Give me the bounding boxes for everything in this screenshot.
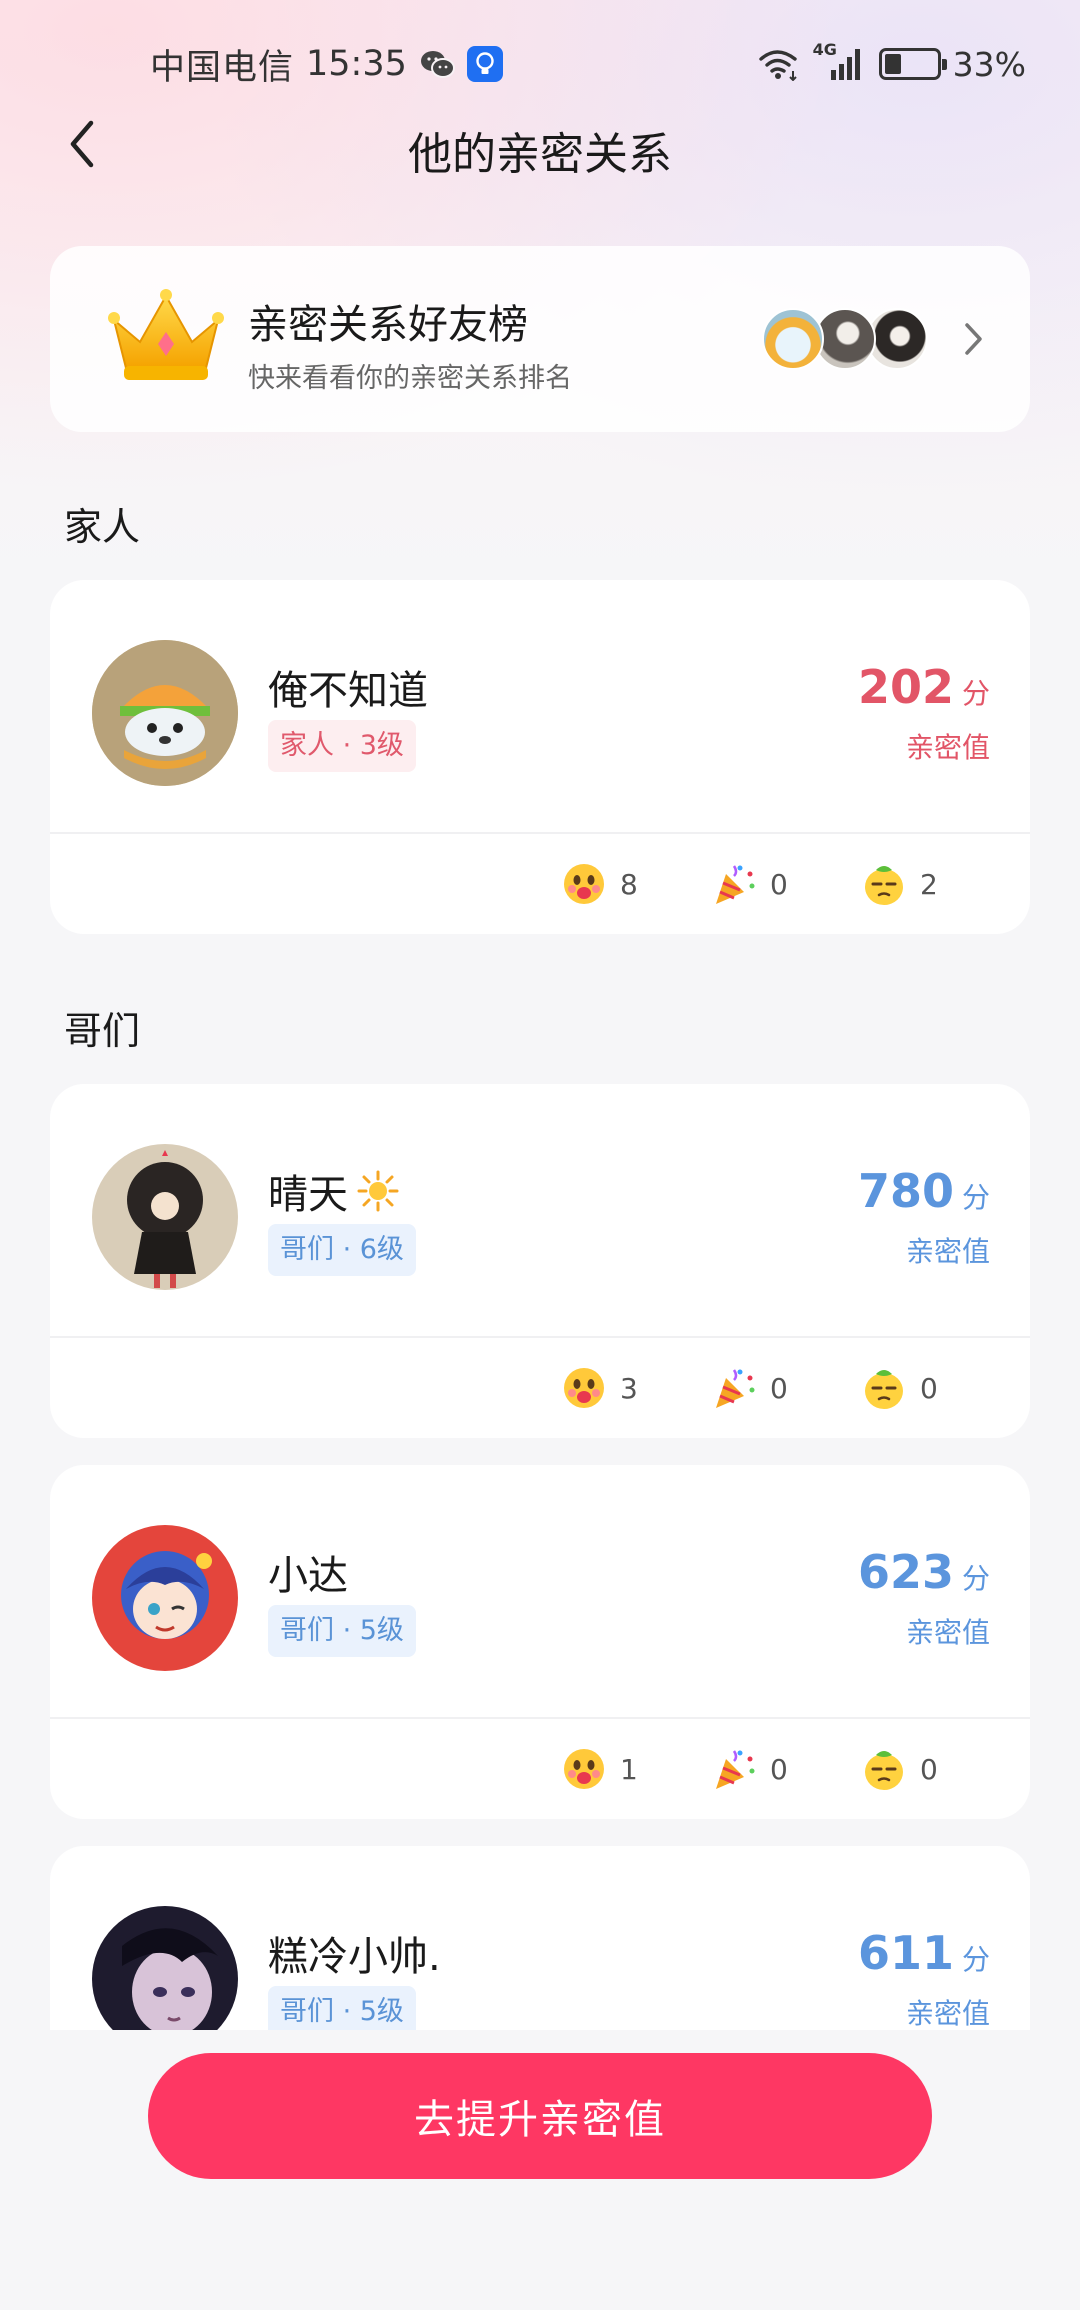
party-popper-icon: [716, 1750, 755, 1789]
counter-value: 0: [770, 867, 788, 901]
intimacy-score: 202 分 亲密值: [858, 660, 990, 766]
relationship-card[interactable]: 俺不知道 家人 · 3级 202 分 亲密值 8 0 2: [50, 580, 1030, 934]
score-label: 亲密值: [905, 1235, 990, 1268]
member-name: 俺不知道: [268, 658, 428, 716]
counter-value: 0: [770, 1752, 788, 1786]
counter-lemon[interactable]: 2: [860, 860, 1010, 908]
sun-icon: [357, 1170, 399, 1212]
avatar: [92, 1144, 238, 1290]
counter-lemon[interactable]: 0: [860, 1745, 1010, 1793]
lemon-face-icon: [865, 866, 903, 905]
counter-value: 3: [620, 1371, 638, 1405]
score-unit: 分: [961, 1562, 990, 1595]
relationship-tag: 哥们 · 6级: [268, 1224, 416, 1276]
section-title-family: 家人: [64, 505, 141, 549]
intimacy-score: 611 分 亲密值: [858, 1926, 990, 2032]
battery-fill: [884, 54, 902, 74]
relationship-tag: 哥们 · 5级: [268, 1605, 416, 1657]
party-popper-icon: [716, 1369, 755, 1408]
counter-value: 8: [620, 867, 638, 901]
ranking-avatar-stack: [762, 308, 932, 370]
status-right: 4G 33%: [757, 40, 1026, 88]
relationship-tag: 家人 · 3级: [268, 720, 416, 772]
relationship-card[interactable]: 小达 哥们 · 5级 623 分 亲密值 1 0 0: [50, 1465, 1030, 1819]
counter-blush[interactable]: 3: [560, 1364, 710, 1412]
section-title-buddies: 哥们: [64, 1009, 141, 1053]
clock-time: 15:35: [306, 44, 407, 84]
battery-percentage: 33%: [952, 44, 1026, 84]
member-name: 小达: [268, 1543, 348, 1601]
counter-value: 1: [620, 1752, 638, 1786]
counter-blush[interactable]: 8: [560, 860, 710, 908]
intimacy-score: 780 分 亲密值: [858, 1164, 990, 1270]
wifi-icon: [758, 50, 797, 81]
boost-intimacy-button[interactable]: 去提升亲密值: [148, 2053, 932, 2179]
cellular-signal-icon: 4G: [813, 40, 867, 82]
score-unit: 分: [961, 677, 990, 710]
party-popper-icon: [716, 865, 755, 904]
counter-party[interactable]: 0: [710, 1745, 860, 1793]
blushing-face-icon: [564, 864, 604, 904]
interaction-counters: 8 0 2: [560, 844, 1010, 924]
score-label: 亲密值: [905, 731, 990, 764]
counter-value: 0: [920, 1752, 938, 1786]
counter-lemon[interactable]: 0: [860, 1364, 1010, 1412]
score-value: 611: [857, 1926, 954, 1980]
lemon-face-icon: [865, 1370, 903, 1409]
score-unit: 分: [961, 1943, 990, 1976]
interaction-counters: 3 0 0: [560, 1348, 1010, 1428]
divider: [50, 1336, 1030, 1338]
counter-party[interactable]: 0: [710, 1364, 860, 1412]
divider: [50, 1717, 1030, 1719]
lightbulb-icon: [466, 46, 503, 82]
wechat-icon: [420, 51, 455, 78]
relationship-card[interactable]: 晴天 哥们 · 6级 780 分 亲密值 3 0 0: [50, 1084, 1030, 1438]
member-name-text: 小达: [268, 1553, 348, 1599]
chevron-right-icon: [965, 323, 982, 355]
score-unit: 分: [961, 1181, 990, 1214]
member-name: 晴天: [268, 1162, 400, 1220]
ranking-banner[interactable]: 亲密关系好友榜 快来看看你的亲密关系排名: [50, 246, 1030, 432]
member-name: 糕冷小帅.: [268, 1924, 441, 1982]
counter-value: 0: [920, 1371, 938, 1405]
avatar: [92, 640, 238, 786]
blushing-face-icon: [564, 1749, 604, 1789]
score-value: 623: [857, 1545, 954, 1599]
ranking-title: 亲密关系好友榜: [248, 302, 528, 348]
divider: [50, 832, 1030, 834]
score-label: 亲密值: [905, 1997, 990, 2030]
lemon-face-icon: [865, 1751, 903, 1790]
status-left: 中国电信 15:35: [150, 40, 503, 88]
intimacy-score: 623 分 亲密值: [858, 1545, 990, 1651]
crown-icon: [108, 289, 224, 380]
page-title: 他的亲密关系: [408, 129, 672, 180]
ranking-subtitle: 快来看看你的亲密关系排名: [248, 363, 572, 394]
member-name-text: 糕冷小帅.: [268, 1934, 441, 1980]
battery-icon: [878, 48, 947, 80]
member-name-text: 俺不知道: [268, 668, 428, 714]
counter-value: 0: [770, 1371, 788, 1405]
interaction-counters: 1 0 0: [560, 1729, 1010, 1809]
navigation-header: 他的亲密关系: [0, 100, 1080, 190]
score-value: 780: [857, 1164, 954, 1218]
blushing-face-icon: [564, 1368, 604, 1408]
score-label: 亲密值: [905, 1616, 990, 1649]
counter-blush[interactable]: 1: [560, 1745, 710, 1793]
counter-party[interactable]: 0: [710, 860, 860, 908]
avatar: [762, 308, 824, 370]
member-name-text: 晴天: [268, 1172, 348, 1218]
avatar: [92, 1525, 238, 1671]
score-value: 202: [857, 660, 954, 714]
carrier-name: 中国电信: [150, 47, 295, 88]
counter-value: 2: [920, 867, 938, 901]
